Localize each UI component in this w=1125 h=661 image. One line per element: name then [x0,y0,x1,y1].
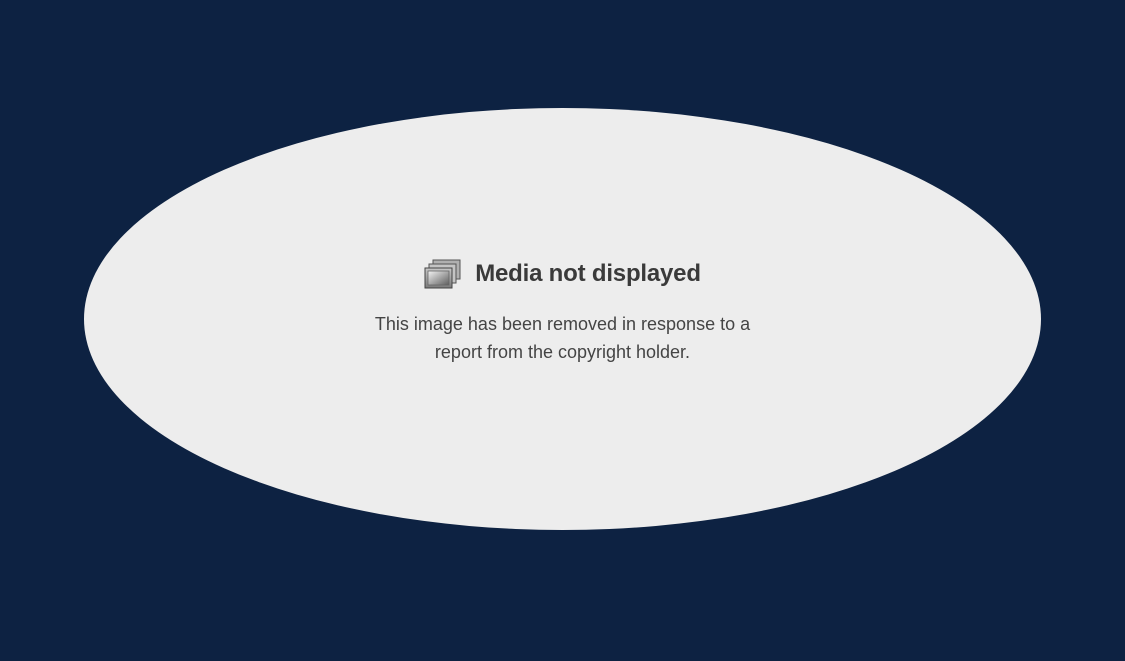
notice-title: Media not displayed [475,260,701,287]
media-removed-notice: Media not displayed This image has been … [0,256,1125,366]
notice-message-line-1: This image has been removed in response … [374,314,751,334]
media-stack-icon [424,258,462,290]
notice-message: This image has been removed in response … [0,310,1125,366]
notice-title-row: Media not displayed [0,256,1125,292]
notice-message-line-2: report from the copyright holder. [434,342,691,362]
